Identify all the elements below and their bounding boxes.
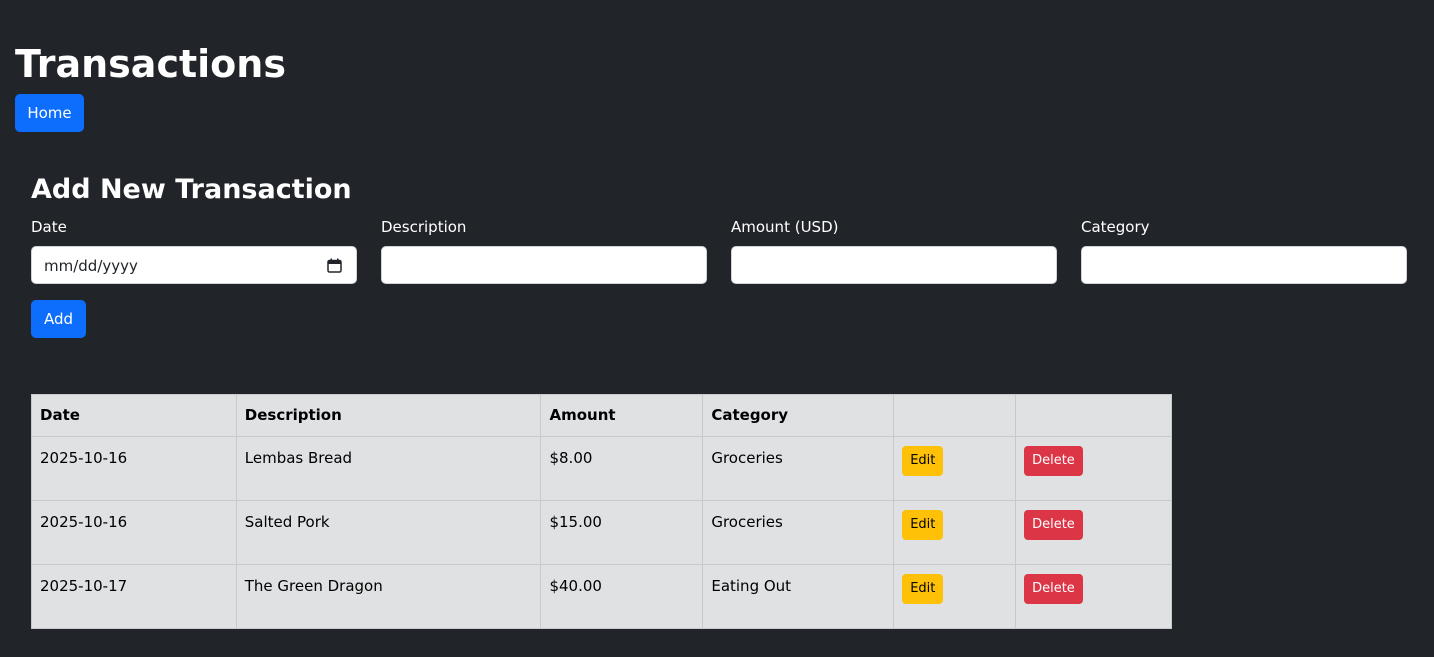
header-date: Date (31, 394, 237, 437)
cell-amount: $15.00 (540, 500, 704, 565)
cell-edit: Edit (893, 564, 1017, 629)
cell-date: 2025-10-16 (31, 436, 237, 501)
date-input[interactable]: mm/dd/yyyy (31, 246, 357, 284)
home-button[interactable]: Home (15, 94, 84, 132)
description-label: Description (381, 218, 467, 236)
description-input[interactable] (381, 246, 707, 284)
date-placeholder: mm/dd/yyyy (44, 257, 138, 275)
cell-delete: Delete (1015, 500, 1172, 565)
form-title: Add New Transaction (31, 174, 352, 205)
header-amount: Amount (540, 394, 704, 437)
cell-delete: Delete (1015, 564, 1172, 629)
edit-button[interactable]: Edit (902, 446, 944, 476)
table-header-row: Date Description Amount Category (31, 394, 1172, 437)
cell-amount: $8.00 (540, 436, 704, 501)
calendar-icon[interactable] (327, 258, 342, 273)
cell-category: Eating Out (702, 564, 895, 629)
cell-description: The Green Dragon (235, 564, 542, 629)
header-delete (1015, 394, 1172, 437)
edit-button[interactable]: Edit (902, 574, 944, 604)
table-row: 2025-10-16 Salted Pork $15.00 Groceries … (31, 500, 1172, 565)
header-description: Description (235, 394, 542, 437)
delete-button[interactable]: Delete (1024, 574, 1083, 604)
cell-amount: $40.00 (540, 564, 704, 629)
cell-edit: Edit (893, 436, 1017, 501)
amount-label: Amount (USD) (731, 218, 839, 236)
cell-date: 2025-10-16 (31, 500, 237, 565)
date-label: Date (31, 218, 67, 236)
cell-date: 2025-10-17 (31, 564, 237, 629)
cell-delete: Delete (1015, 436, 1172, 501)
add-button[interactable]: Add (31, 300, 86, 338)
cell-category: Groceries (702, 436, 895, 501)
table-row: 2025-10-17 The Green Dragon $40.00 Eatin… (31, 564, 1172, 629)
header-category: Category (702, 394, 895, 437)
edit-button[interactable]: Edit (902, 510, 944, 540)
transactions-table: Date Description Amount Category 2025-10… (31, 394, 1172, 629)
cell-description: Salted Pork (235, 500, 542, 565)
page-title: Transactions (15, 42, 286, 86)
delete-button[interactable]: Delete (1024, 446, 1083, 476)
category-input[interactable] (1081, 246, 1407, 284)
table-row: 2025-10-16 Lembas Bread $8.00 Groceries … (31, 436, 1172, 501)
cell-edit: Edit (893, 500, 1017, 565)
cell-category: Groceries (702, 500, 895, 565)
amount-input[interactable] (731, 246, 1057, 284)
cell-description: Lembas Bread (235, 436, 542, 501)
delete-button[interactable]: Delete (1024, 510, 1083, 540)
header-edit (893, 394, 1017, 437)
category-label: Category (1081, 218, 1150, 236)
